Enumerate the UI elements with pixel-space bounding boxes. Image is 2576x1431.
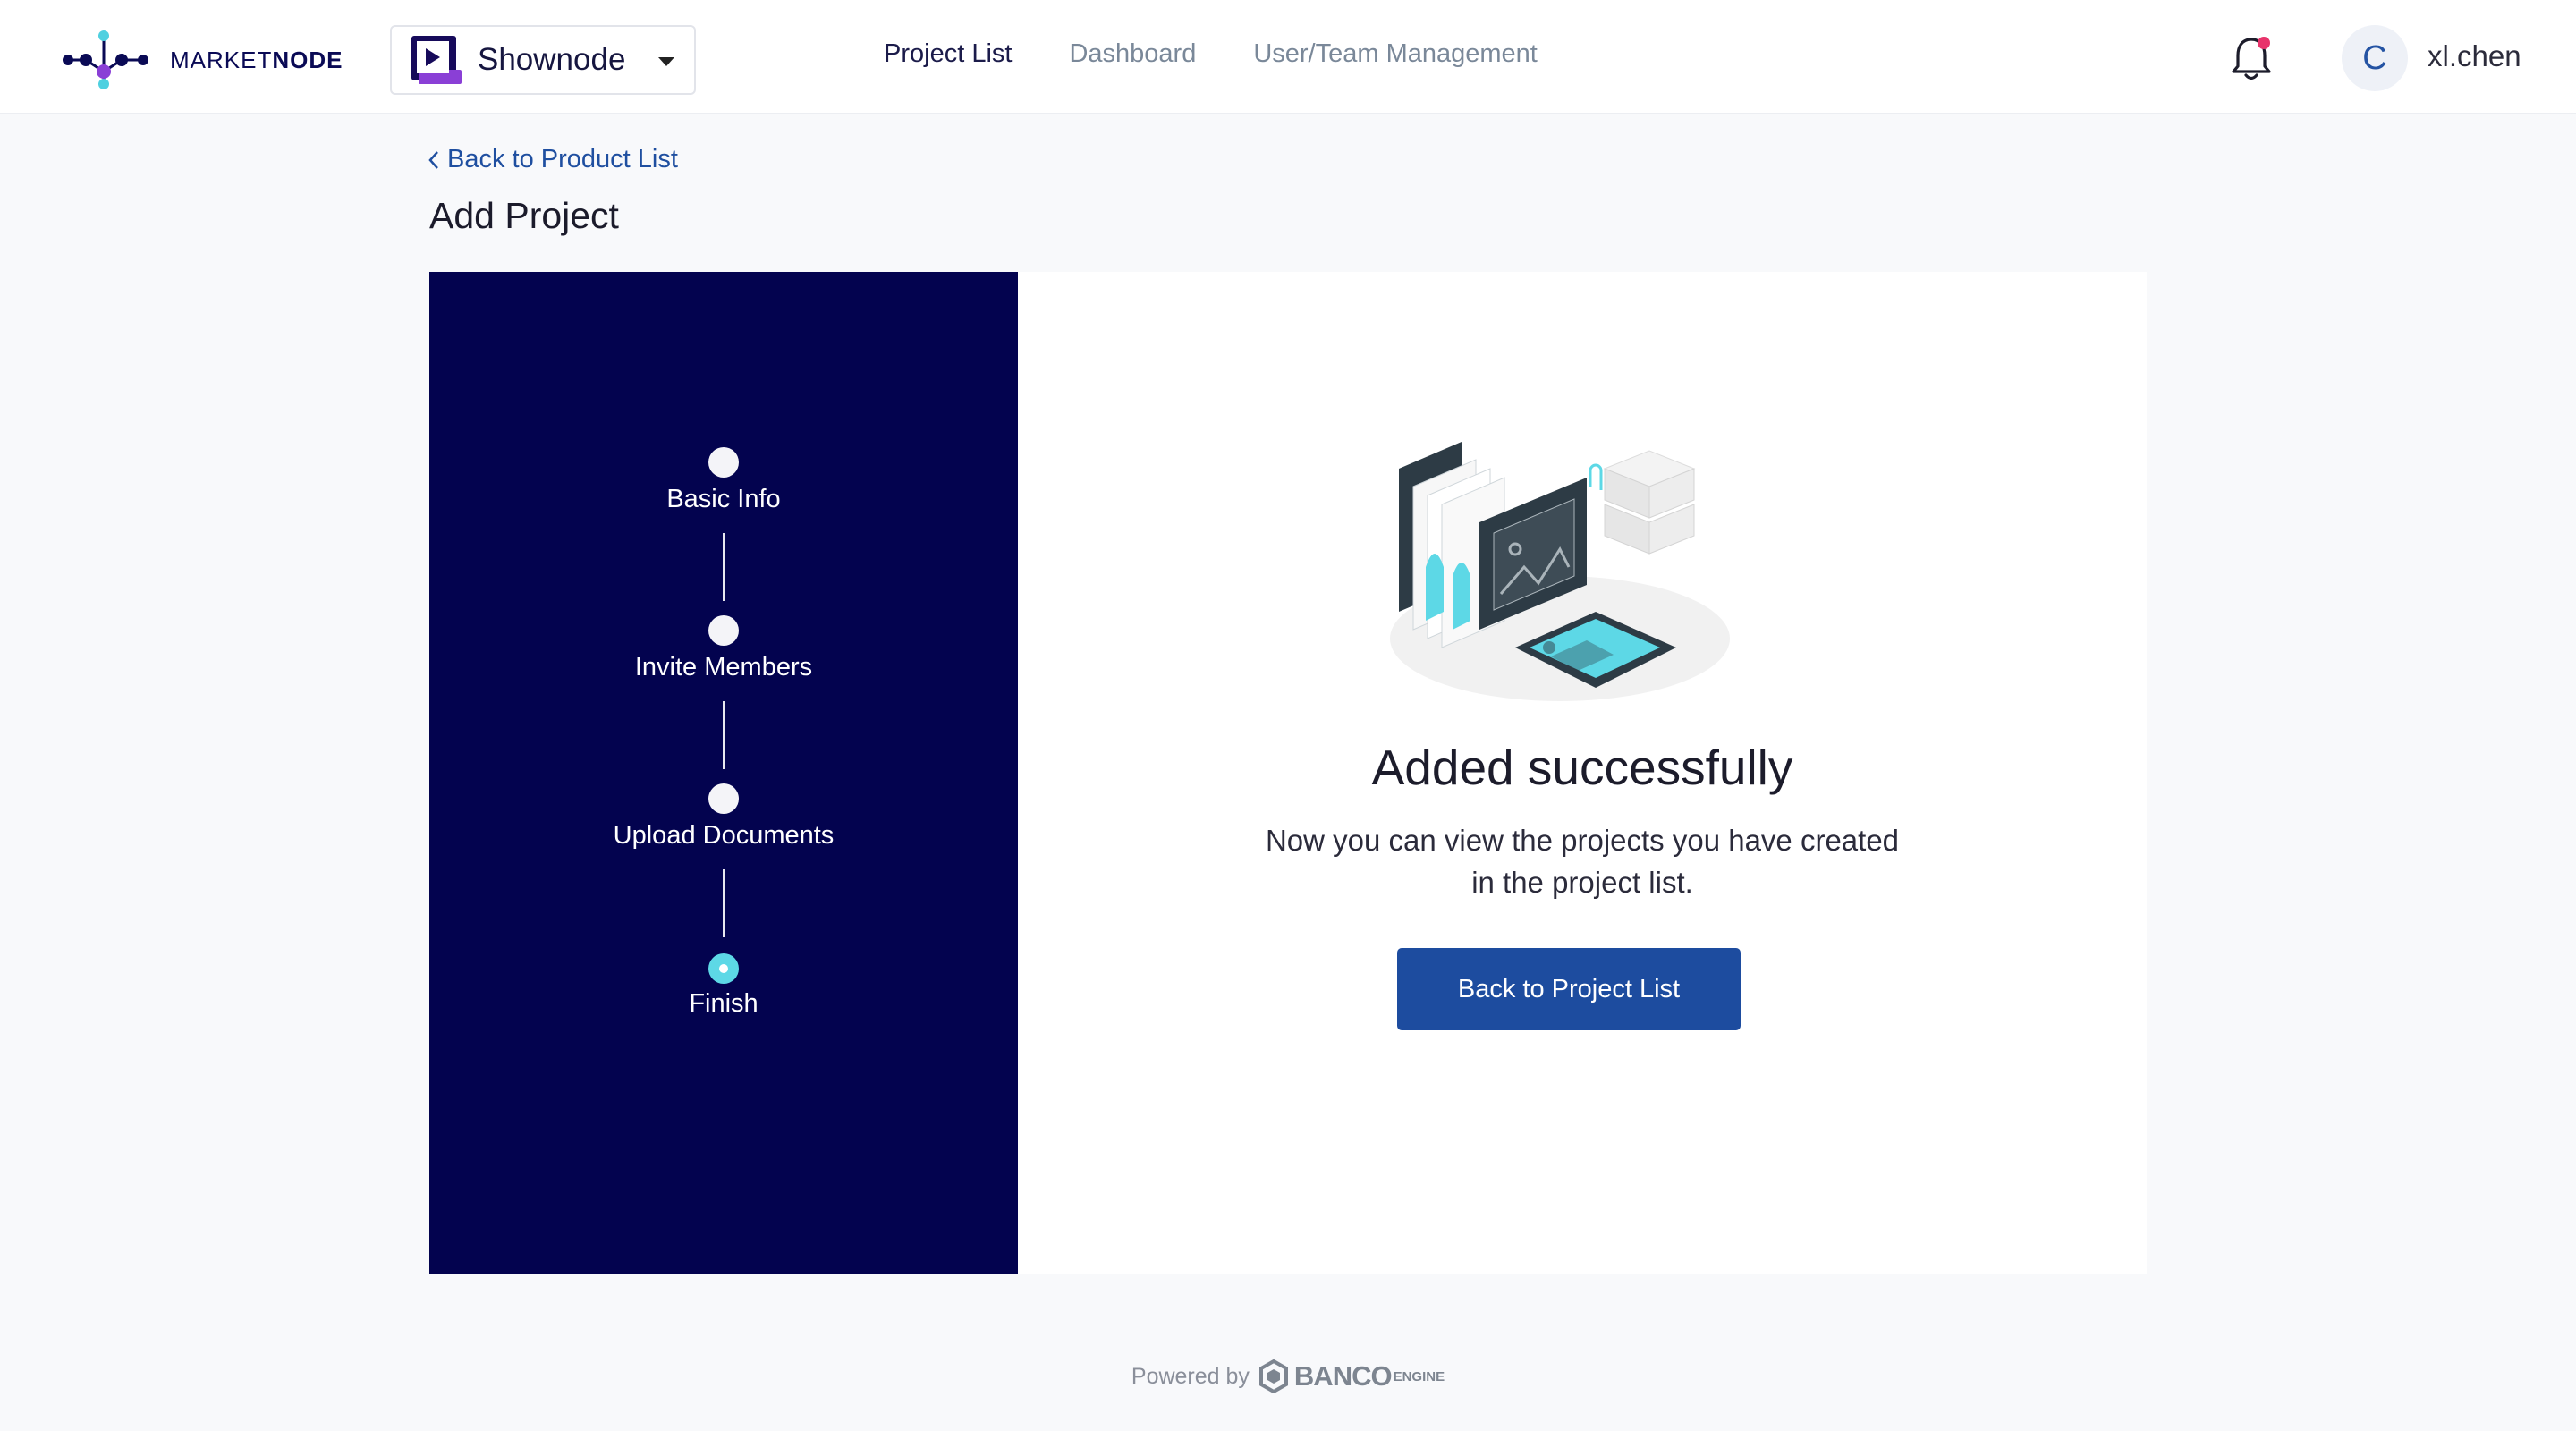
logo-text: MARKETNODE [170, 47, 343, 74]
nav-user-team-management[interactable]: User/Team Management [1253, 39, 1538, 69]
success-content: Added successfully Now you can view the … [1018, 272, 2147, 1274]
step-connector [723, 869, 724, 937]
logo-text-light: MARKET [170, 46, 273, 73]
step-connector [723, 701, 724, 769]
shownode-logo-icon [411, 36, 462, 84]
add-project-card: Basic Info Invite Members Upload Documen… [429, 272, 2147, 1274]
stepper-panel: Basic Info Invite Members Upload Documen… [429, 272, 1018, 1274]
chevron-left-icon [428, 150, 438, 169]
back-link-label: Back to Product List [447, 145, 678, 174]
step-dot-upload-documents [708, 783, 739, 814]
marketnode-logo[interactable]: MARKETNODE [61, 27, 343, 93]
workspace-name: Shownode [478, 42, 626, 77]
back-to-product-list-link[interactable]: Back to Product List [428, 145, 678, 174]
main-nav: Project List Dashboard User/Team Managem… [884, 39, 1595, 69]
workspace-selector[interactable]: Shownode [390, 25, 696, 95]
top-header: MARKETNODE Shownode Project List Dashboa… [0, 0, 2576, 114]
brand-suffix: ENGINE [1393, 1368, 1445, 1384]
banco-engine-logo[interactable]: BANCO ENGINE [1258, 1359, 1445, 1393]
step-connector [723, 533, 724, 601]
back-to-project-list-button[interactable]: Back to Project List [1397, 948, 1741, 1030]
avatar[interactable]: C [2342, 25, 2408, 91]
step-label-basic-info: Basic Info [666, 485, 781, 513]
nav-project-list[interactable]: Project List [884, 39, 1012, 69]
success-message-line: Now you can view the projects you have c… [1265, 824, 1900, 857]
step-dot-basic-info [708, 447, 739, 478]
success-title: Added successfully [1371, 740, 1793, 795]
logo-text-bold: NODE [272, 46, 343, 73]
marketnode-logo-icon [63, 30, 148, 89]
success-message: Now you can view the projects you have c… [1018, 819, 2147, 903]
banco-hexagon-icon [1258, 1359, 1288, 1393]
success-message-line: in the project list. [1471, 866, 1693, 899]
username[interactable]: xl.chen [2428, 39, 2521, 73]
brand-name: BANCO [1293, 1360, 1393, 1392]
documents-illustration-icon [1390, 442, 1730, 701]
notification-bell-icon[interactable] [2229, 32, 2274, 84]
powered-by-text: Powered by [1131, 1363, 1250, 1389]
footer: Powered by BANCO ENGINE [0, 1359, 2576, 1393]
nav-dashboard[interactable]: Dashboard [1069, 39, 1196, 69]
step-label-finish: Finish [689, 989, 758, 1018]
step-label-upload-documents: Upload Documents [613, 821, 835, 850]
page-title: Add Project [429, 195, 619, 236]
step-dot-finish [708, 953, 739, 984]
step-label-invite-members: Invite Members [634, 653, 813, 682]
caret-down-icon[interactable] [658, 57, 674, 66]
step-dot-invite-members [708, 615, 739, 646]
